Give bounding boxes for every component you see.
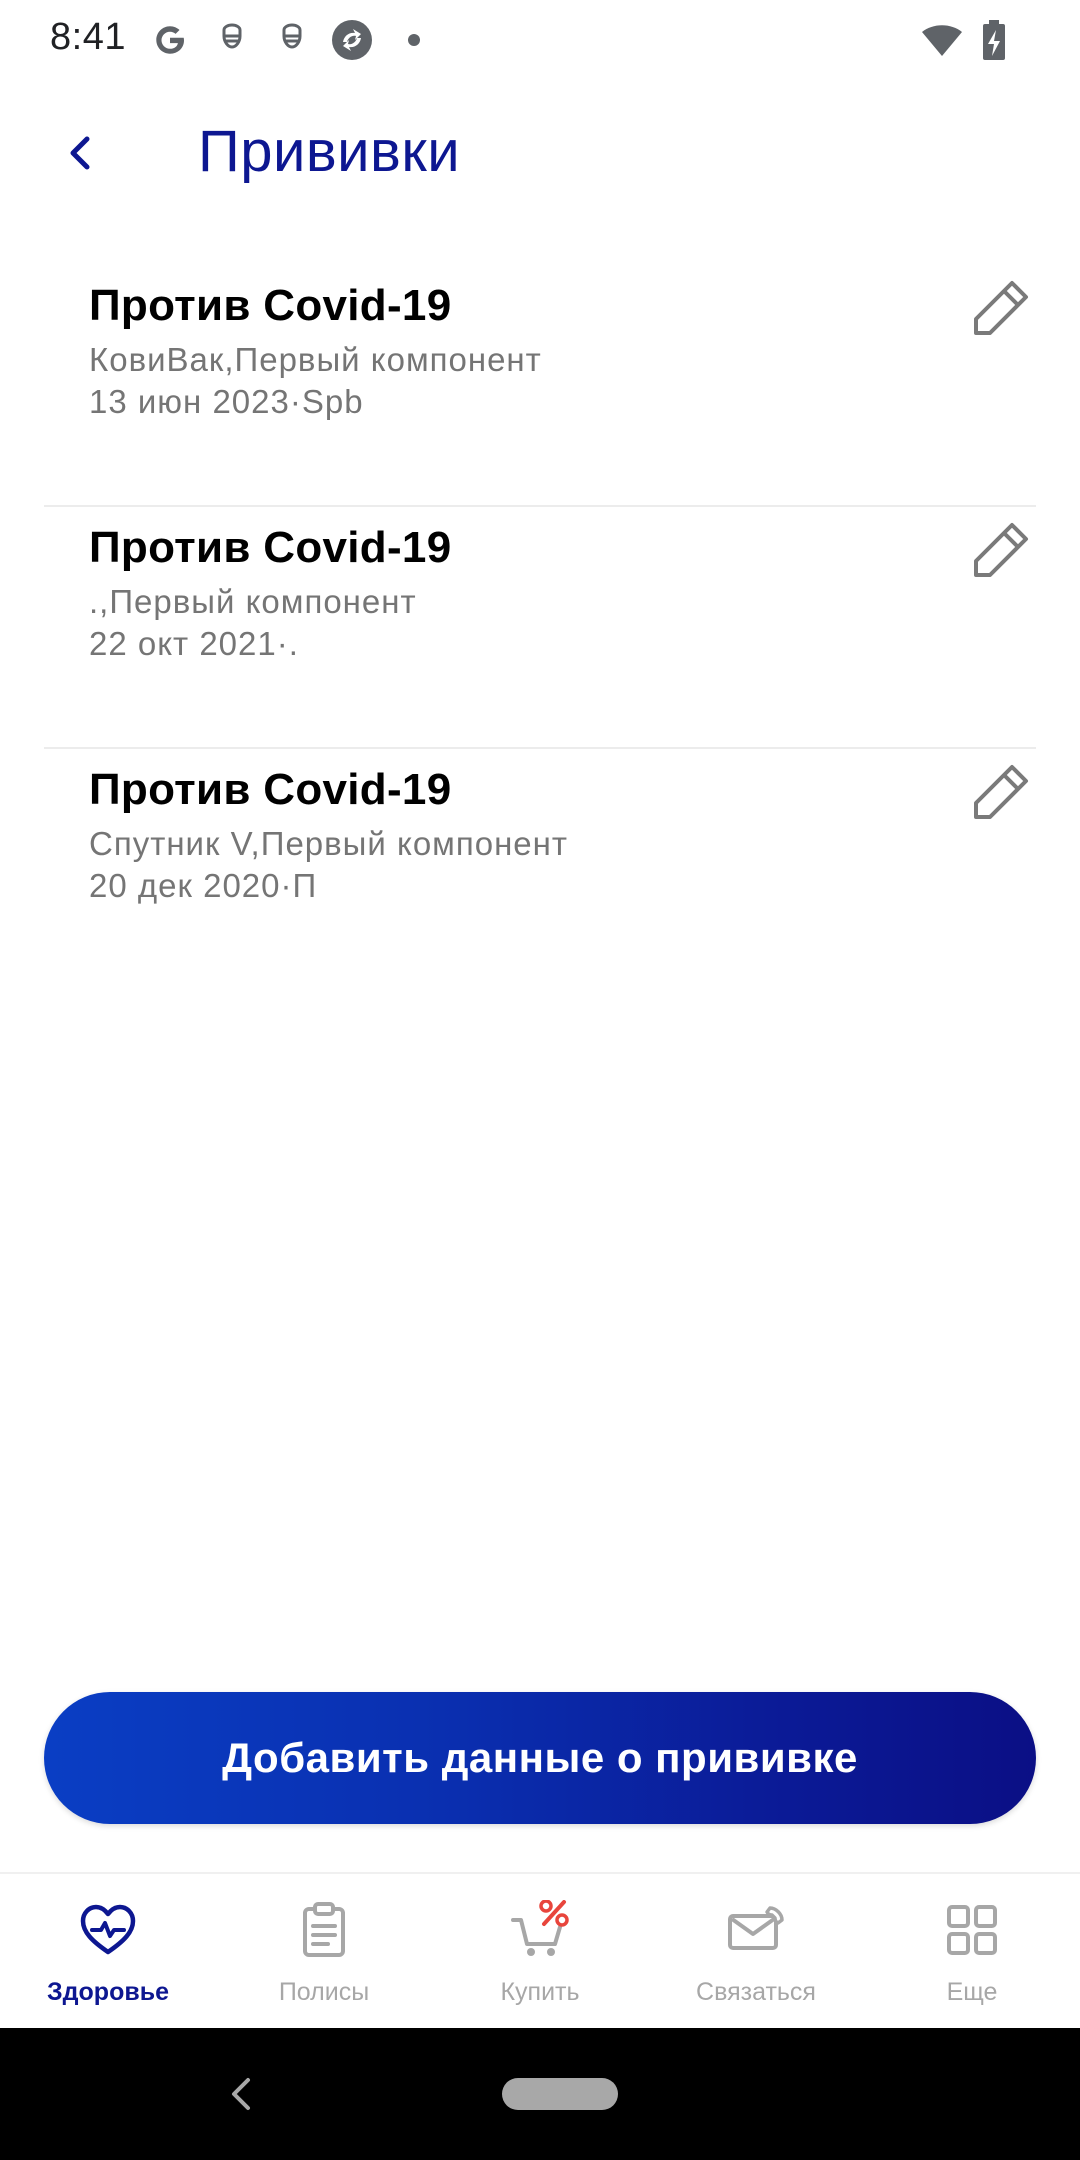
vaccination-date: 13 июн 2023·Spb: [89, 383, 364, 420]
app-header: Прививки: [0, 90, 1080, 220]
sync-app-icon: [332, 20, 372, 60]
vaccination-date: 20 дек 2020·П: [89, 867, 318, 904]
vaccination-title: Против Covid-19: [89, 765, 452, 814]
clipboard-icon: [303, 1902, 345, 1957]
vaccination-item[interactable]: Против Covid-19 Спутник V,Первый компоне…: [44, 749, 1036, 991]
vaccination-title: Против Covid-19: [89, 281, 452, 330]
vaccination-detail: .,Первый компонент: [89, 583, 417, 620]
system-back-icon[interactable]: [222, 2070, 262, 2118]
nav-item-contact[interactable]: Связаться: [648, 1874, 864, 2030]
heart-pulse-icon: [80, 1904, 136, 1955]
battery-charging-icon: [983, 20, 1005, 60]
nav-label: Здоровье: [47, 1978, 169, 2006]
google-g-icon: [156, 26, 184, 54]
nav-label: Полисы: [278, 1978, 370, 2006]
edit-button[interactable]: [964, 273, 1036, 345]
envelope-phone-icon: [728, 1906, 784, 1950]
bottom-navigation: Здоровье Полисы Купить Связаться Еще: [0, 1872, 1080, 2028]
system-navigation-bar: [0, 2028, 1080, 2160]
nav-item-more[interactable]: Еще: [864, 1874, 1080, 2030]
vaccination-title: Против Covid-19: [89, 523, 452, 572]
chevron-left-icon: [70, 136, 90, 170]
grid-icon: [947, 1905, 997, 1955]
notification-dot-icon: [408, 34, 420, 46]
system-home-pill[interactable]: [502, 2078, 618, 2110]
edit-button[interactable]: [964, 757, 1036, 829]
vaccination-detail: Спутник V,Первый компонент: [89, 825, 568, 862]
mask-icon: [282, 23, 302, 49]
nav-label: Связаться: [696, 1978, 816, 2006]
vaccination-date: 22 окт 2021·.: [89, 625, 299, 662]
status-bar: 8:41: [0, 0, 1080, 80]
nav-label: Купить: [500, 1978, 580, 2006]
mask-icon: [222, 23, 242, 49]
vaccination-list: Против Covid-19 КовиВак,Первый компонент…: [44, 265, 1036, 991]
status-time: 8:41: [50, 16, 126, 58]
page-title: Прививки: [198, 119, 461, 184]
wifi-icon: [922, 25, 962, 56]
cart-percent-icon: [511, 1900, 569, 1956]
vaccination-item[interactable]: Против Covid-19 КовиВак,Первый компонент…: [44, 265, 1036, 507]
add-vaccination-button[interactable]: Добавить данные о прививке: [44, 1692, 1036, 1824]
pencil-icon: [974, 281, 1028, 335]
vaccination-item[interactable]: Против Covid-19 .,Первый компонент 22 ок…: [44, 507, 1036, 749]
pencil-icon: [974, 523, 1028, 577]
nav-item-health[interactable]: Здоровье: [0, 1874, 216, 2030]
nav-label: Еще: [946, 1978, 998, 2006]
edit-button[interactable]: [964, 515, 1036, 587]
nav-item-policies[interactable]: Полисы: [216, 1874, 432, 2030]
vaccination-detail: КовиВак,Первый компонент: [89, 341, 542, 378]
back-button[interactable]: [48, 120, 114, 186]
pencil-icon: [974, 765, 1028, 819]
nav-item-buy[interactable]: Купить: [432, 1874, 648, 2030]
